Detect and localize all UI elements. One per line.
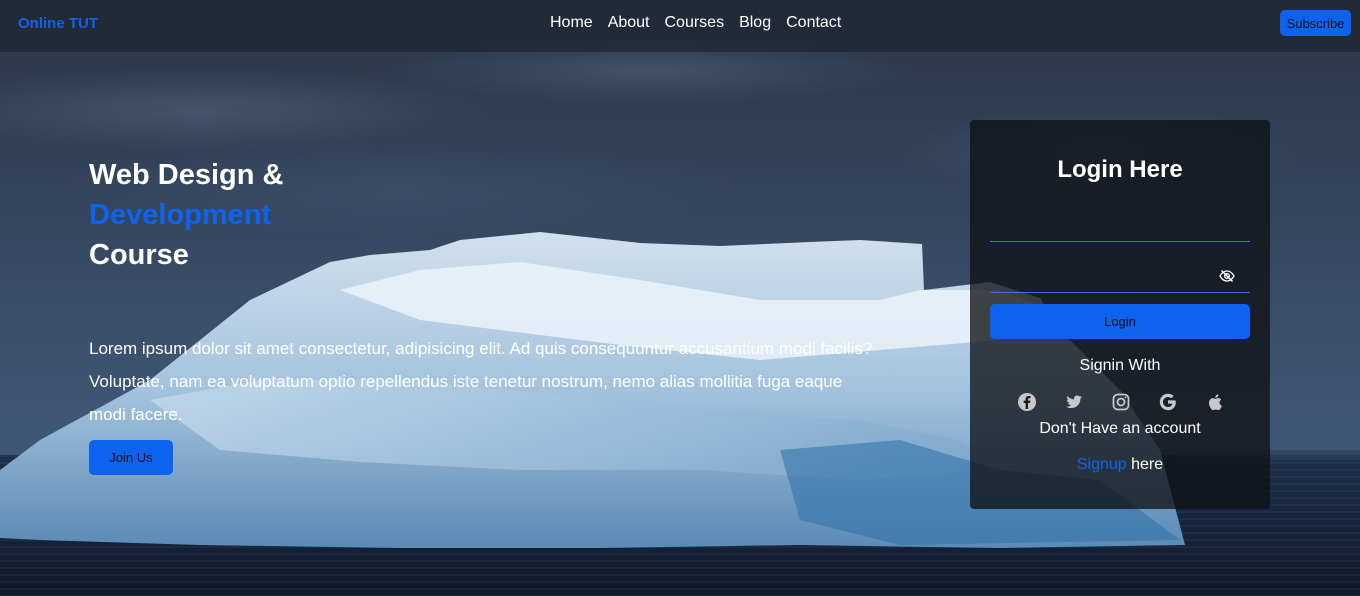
login-card: Login Here Login Signin With Don't Have … — [970, 120, 1270, 509]
password-field[interactable] — [990, 263, 1250, 293]
facebook-icon[interactable] — [1017, 392, 1037, 412]
subscribe-button[interactable]: Subscribe — [1280, 10, 1351, 36]
join-us-button[interactable]: Join Us — [89, 440, 173, 475]
login-button[interactable]: Login — [990, 304, 1250, 339]
hero-title-line1: Web Design & — [89, 159, 284, 191]
nav-menu: Home About Courses Blog Contact — [550, 14, 841, 32]
social-icons — [1017, 392, 1225, 412]
eye-slash-icon[interactable] — [1219, 268, 1235, 284]
signup-line: Signup here — [970, 456, 1270, 474]
navbar: Online TUT Home About Courses Blog Conta… — [0, 0, 1360, 52]
hero-paragraph: Lorem ipsum dolor sit amet consectetur, … — [89, 339, 873, 424]
signup-suffix: here — [1126, 456, 1164, 473]
login-title: Login Here — [1057, 156, 1183, 183]
nav-item-contact[interactable]: Contact — [786, 14, 841, 32]
nav-item-blog[interactable]: Blog — [739, 14, 771, 32]
google-icon[interactable] — [1158, 392, 1178, 412]
brand-logo[interactable]: Online TUT — [18, 15, 98, 32]
apple-icon[interactable] — [1205, 392, 1225, 412]
hero-section: Web Design & Development Course Lorem ip… — [89, 155, 879, 431]
hero-title-accent: Development — [89, 199, 272, 231]
instagram-icon[interactable] — [1111, 392, 1131, 412]
hero-title-line3: Course — [89, 239, 189, 271]
signup-link[interactable]: Signup — [1077, 456, 1127, 473]
nav-item-about[interactable]: About — [608, 14, 650, 32]
username-field[interactable] — [990, 212, 1250, 242]
no-account-text: Don't Have an account — [1039, 420, 1201, 437]
twitter-icon[interactable] — [1064, 392, 1084, 412]
nav-item-home[interactable]: Home — [550, 14, 593, 32]
nav-item-courses[interactable]: Courses — [665, 14, 725, 32]
hero-title: Web Design & Development Course — [89, 155, 879, 275]
signin-with-label: Signin With — [1079, 357, 1161, 374]
